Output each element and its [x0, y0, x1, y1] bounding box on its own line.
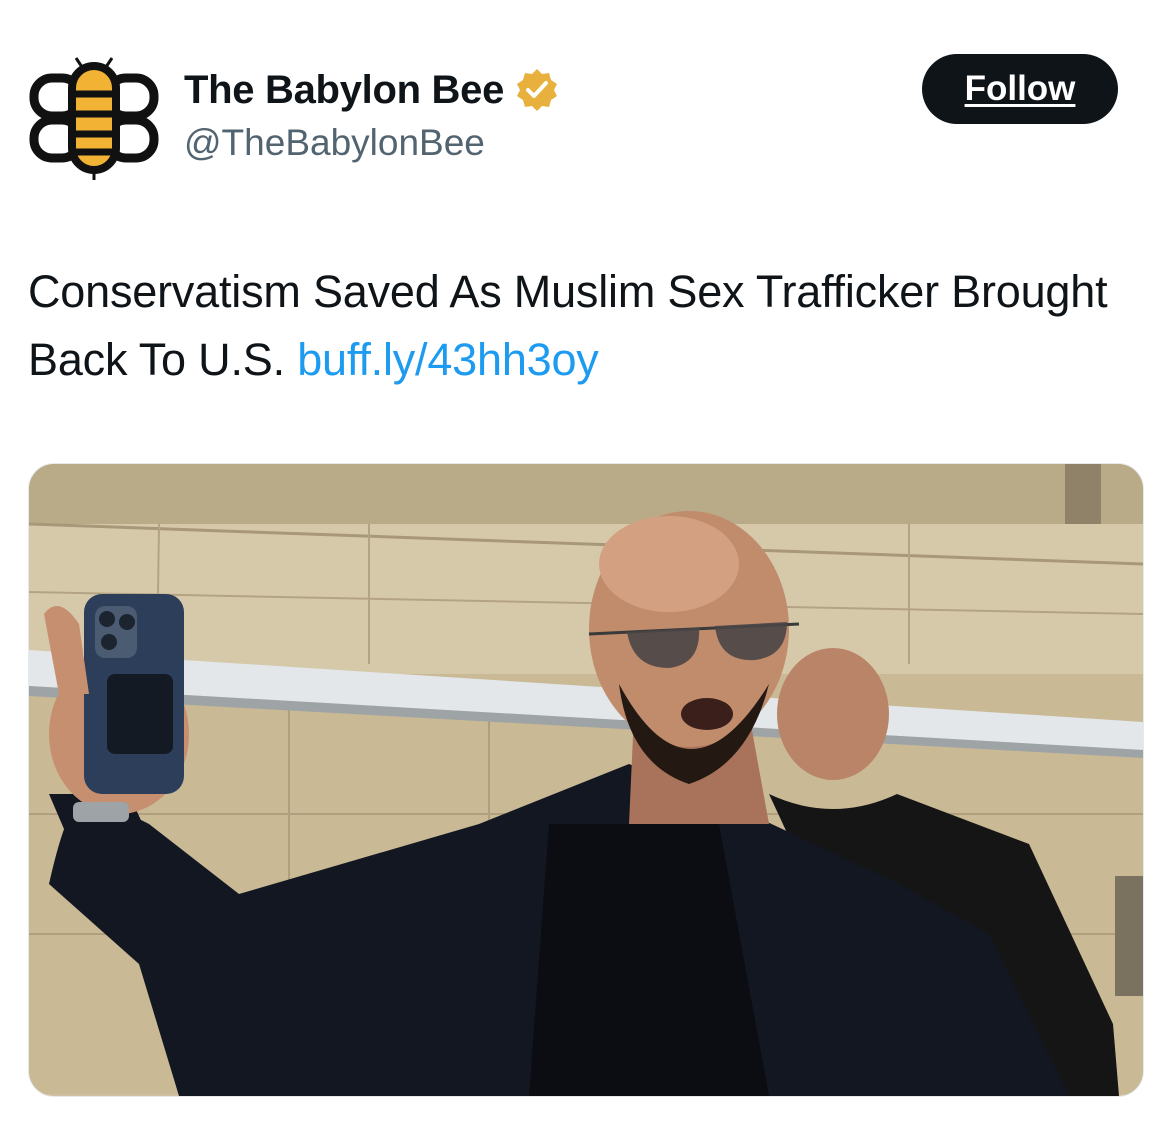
- display-name-row: The Babylon Bee: [184, 62, 560, 118]
- author-handle[interactable]: @TheBabylonBee: [184, 122, 560, 164]
- author-names: The Babylon Bee @TheBabylonBee: [184, 62, 560, 164]
- tweet-text: Conservatism Saved As Muslim Sex Traffic…: [28, 258, 1138, 394]
- follow-button[interactable]: Follow: [922, 54, 1118, 124]
- tweet-photo[interactable]: [28, 463, 1144, 1097]
- babylon-bee-logo-icon[interactable]: [28, 52, 160, 184]
- tweet-card: The Babylon Bee @TheBabylonBee Follow Co…: [0, 0, 1170, 1121]
- display-name[interactable]: The Babylon Bee: [184, 68, 504, 113]
- tweet-link[interactable]: buff.ly/43hh3oy: [297, 334, 599, 385]
- gold-verified-badge-icon[interactable]: [514, 67, 560, 113]
